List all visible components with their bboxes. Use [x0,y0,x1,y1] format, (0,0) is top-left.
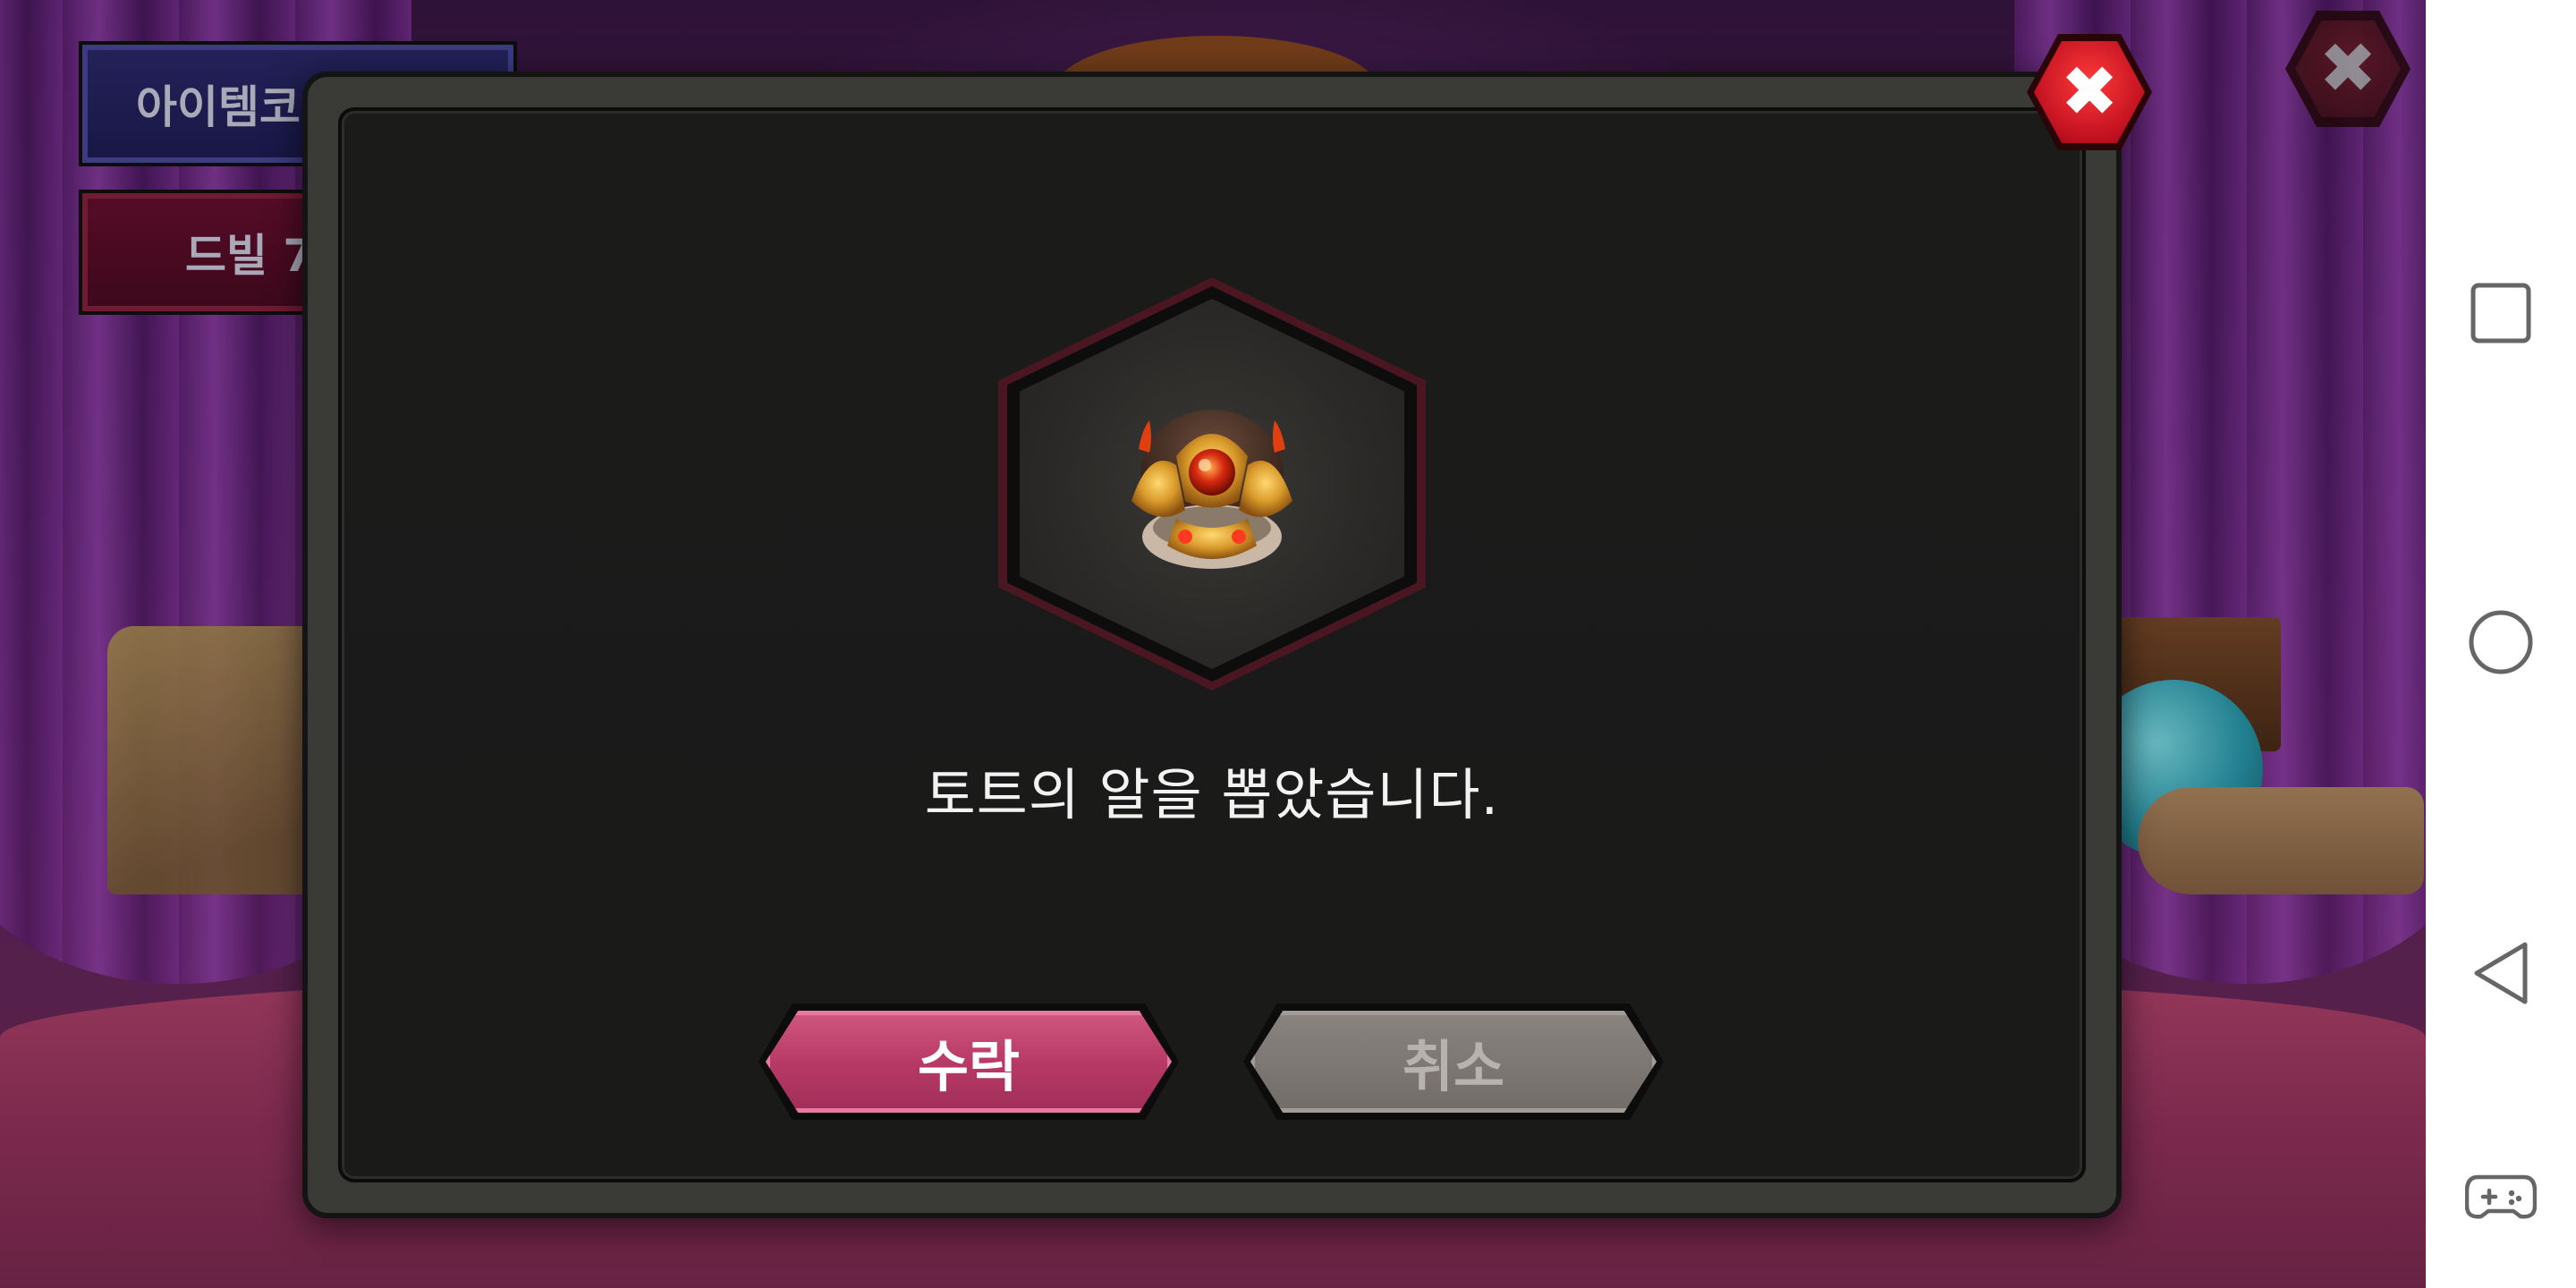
system-nav-bar [2426,0,2576,1288]
back-triangle-icon [2474,942,2528,1004]
recents-square-icon [2470,283,2531,343]
accept-button-face: 수락 [766,1011,1172,1113]
screen: 아이템코 드빌 7 ✖ ✖ 토트의 알을 뽑았습니다. 수락 취소 [0,0,2576,1288]
cancel-label: 취소 [1402,1034,1505,1099]
accept-label: 수락 [917,1034,1021,1099]
gamepad-icon [2465,1174,2537,1219]
reward-message: 토트의 알을 뽑았습니다. [924,762,1500,827]
accept-button[interactable]: 수락 [758,1004,1179,1120]
thoth-egg-icon [1131,410,1292,569]
back-button[interactable] [2465,937,2537,1009]
home-circle-icon [2469,610,2533,674]
game-tools-button[interactable] [2465,1161,2537,1233]
close-icon: ✖ [2034,41,2145,143]
cancel-button[interactable]: 취소 [1243,1004,1664,1120]
cancel-button-face: 취소 [1250,1011,1657,1113]
home-button[interactable] [2465,606,2537,678]
recents-button[interactable] [2465,277,2537,349]
